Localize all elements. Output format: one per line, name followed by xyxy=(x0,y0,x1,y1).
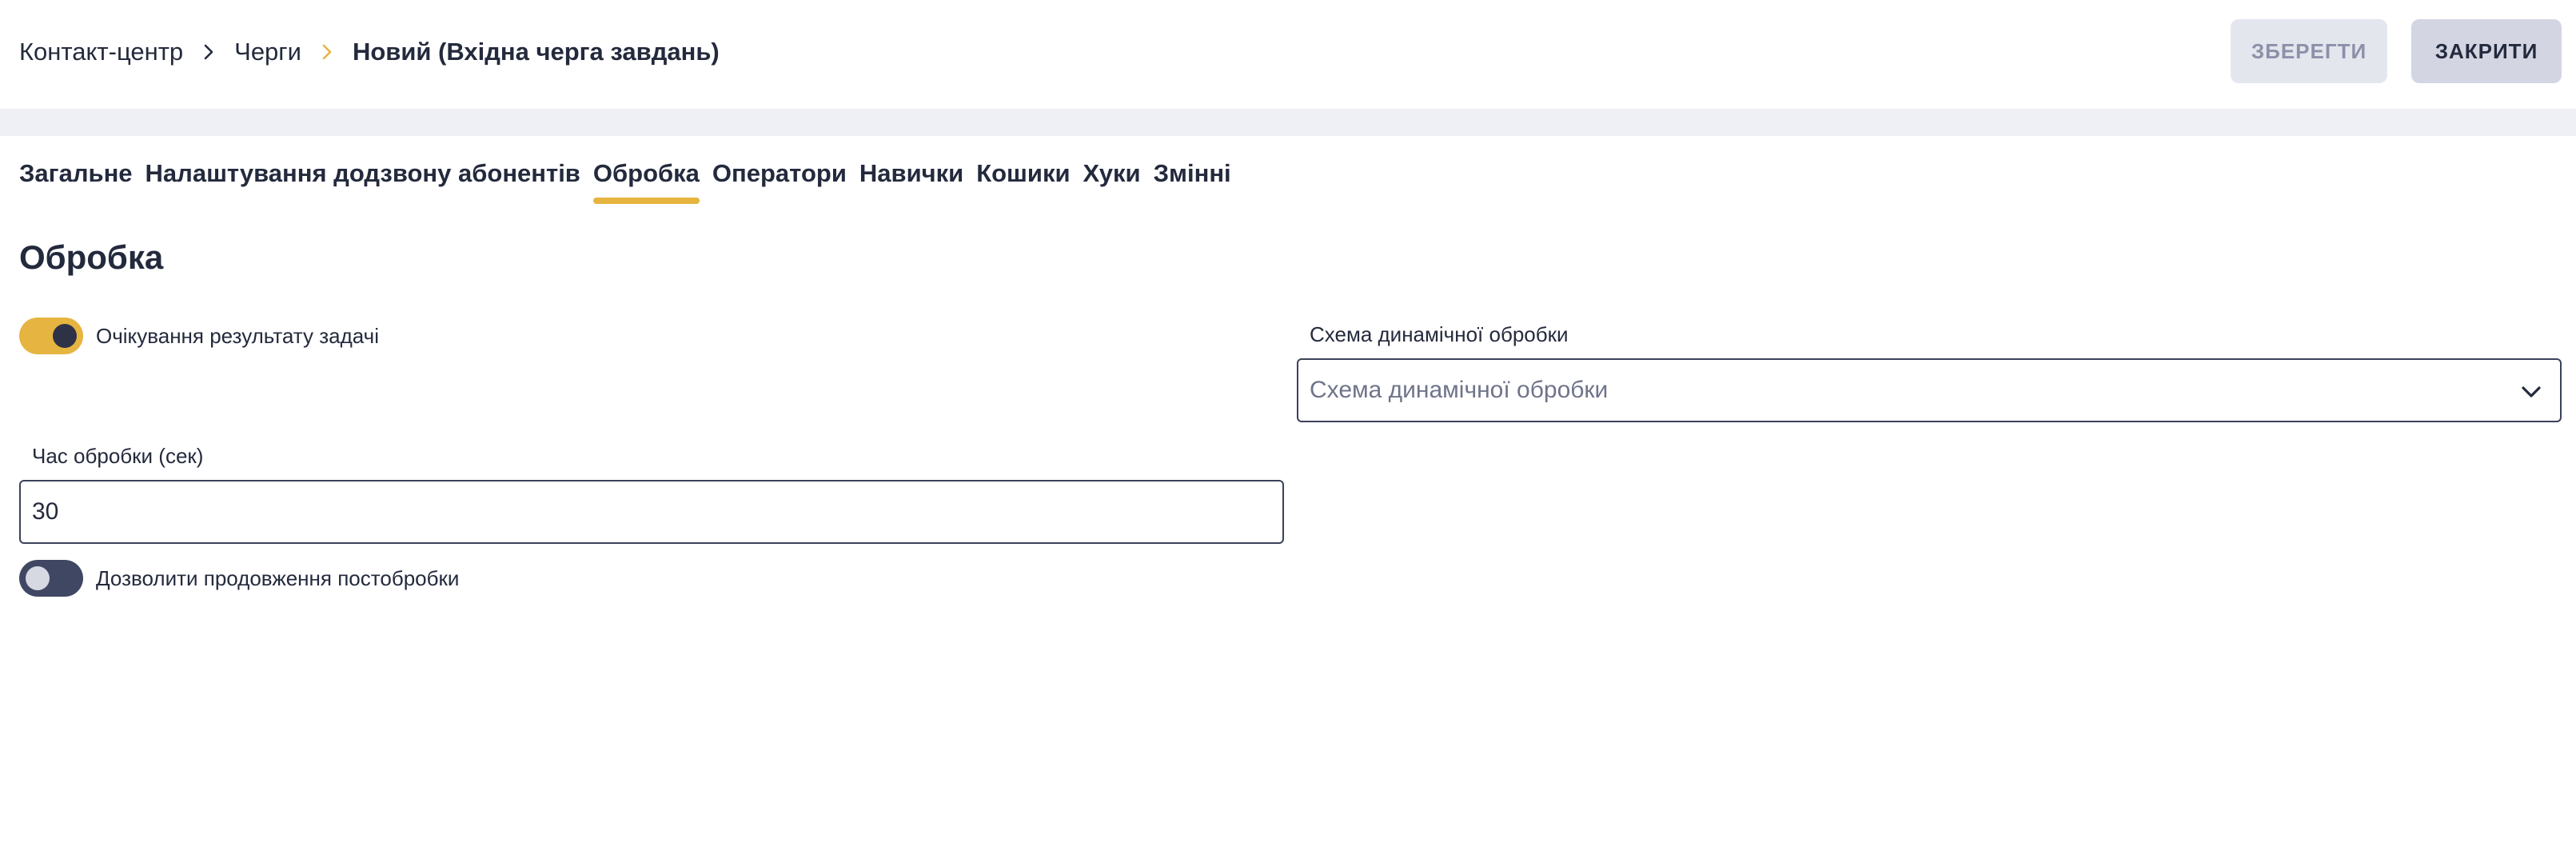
allow-postprocessing-row: Дозволити продовження постобробки xyxy=(19,560,459,597)
toggle-knob xyxy=(53,324,77,348)
breadcrumb-item-current: Новий (Вхідна черга завдань) xyxy=(352,38,720,66)
chevron-down-icon xyxy=(2522,386,2541,398)
tab-dial-settings[interactable]: Налаштування додзвону абонентів xyxy=(146,158,580,199)
tab-buckets[interactable]: Кошики xyxy=(976,158,1070,199)
wait-result-label: Очікування результату задачі xyxy=(96,323,379,348)
breadcrumb-item-contact-center[interactable]: Контакт-центр xyxy=(19,38,183,66)
tab-operators[interactable]: Оператори xyxy=(712,158,847,199)
toggle-knob xyxy=(26,566,50,590)
chevron-right-icon xyxy=(183,36,234,68)
allow-postprocessing-toggle[interactable] xyxy=(19,560,83,597)
close-button[interactable]: ЗАКРИТИ xyxy=(2411,19,2562,83)
header-divider-band xyxy=(0,109,2576,136)
allow-postprocessing-label: Дозволити продовження постобробки xyxy=(96,565,460,590)
section-title: Обробка xyxy=(19,238,164,276)
tab-skills[interactable]: Навички xyxy=(859,158,963,199)
dynamic-schema-label: Схема динамічної обробки xyxy=(1310,322,1569,346)
page-header: Контакт-центр Черги Новий (Вхідна черга … xyxy=(0,0,2576,109)
wait-result-row: Очікування результату задачі xyxy=(19,318,379,354)
tab-variables[interactable]: Змінні xyxy=(1154,158,1231,199)
breadcrumb-item-queues[interactable]: Черги xyxy=(234,38,301,66)
tab-hooks[interactable]: Хуки xyxy=(1083,158,1141,199)
dynamic-schema-select[interactable]: Схема динамічної обробки xyxy=(1297,358,2562,422)
dynamic-schema-placeholder: Схема динамічної обробки xyxy=(1310,377,1609,403)
save-button[interactable]: ЗБЕРЕГТИ xyxy=(2231,19,2387,83)
breadcrumb: Контакт-центр Черги Новий (Вхідна черга … xyxy=(19,32,720,72)
tab-processing[interactable]: Обробка xyxy=(592,158,700,205)
processing-time-label: Час обробки (сек) xyxy=(32,444,204,468)
tab-bar: Загальне Налаштування додзвону абонентів… xyxy=(19,158,1244,211)
tab-general[interactable]: Загальне xyxy=(19,158,133,199)
wait-result-toggle[interactable] xyxy=(19,318,83,354)
chevron-right-icon xyxy=(301,36,353,68)
processing-time-input[interactable] xyxy=(19,480,1284,544)
